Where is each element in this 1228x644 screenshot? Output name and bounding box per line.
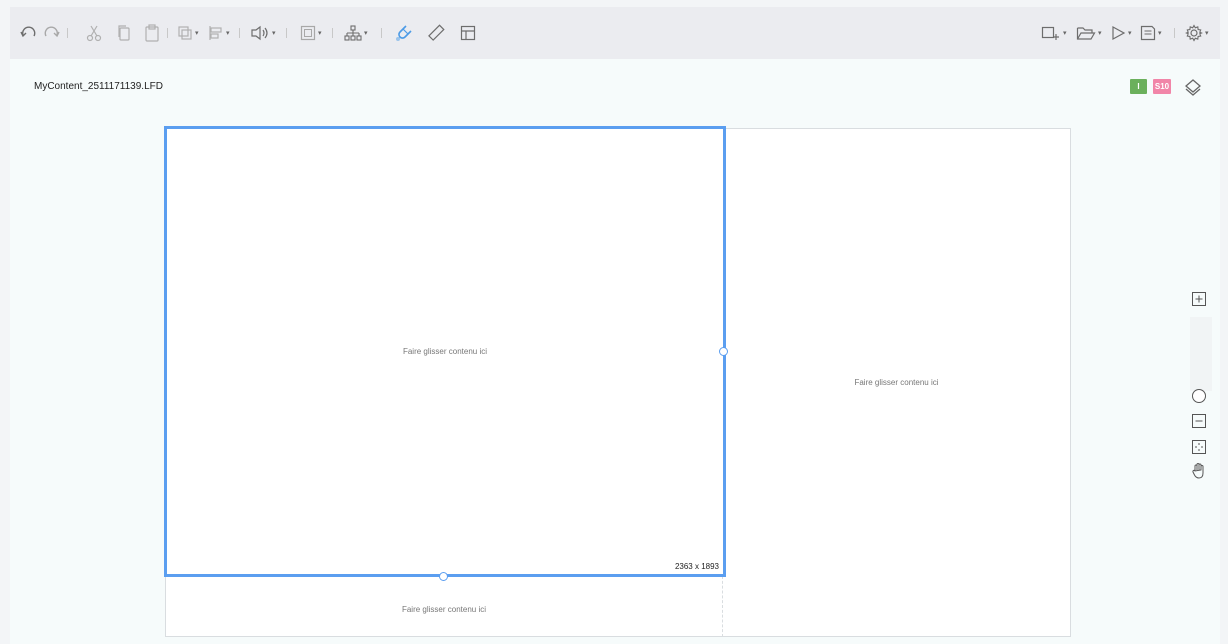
pan-hand-icon[interactable] bbox=[1191, 462, 1207, 484]
zoom-out-icon[interactable] bbox=[1191, 413, 1207, 433]
dropdown-caret: ▾ bbox=[272, 29, 276, 37]
settings-icon[interactable]: ▾ bbox=[1185, 21, 1209, 45]
fit-to-screen-icon[interactable] bbox=[1191, 439, 1207, 459]
add-page-icon[interactable]: ▾ bbox=[1041, 21, 1067, 45]
drop-zone-right[interactable]: Faire glisser contenu ici bbox=[723, 128, 1071, 637]
app-window: ▾ ▾ ▾ ▾ ▾ ▾ ▾ ▾ ▾ ▾ MyContent_2511171139… bbox=[10, 7, 1220, 644]
resize-handle-bottom[interactable] bbox=[439, 572, 448, 581]
hierarchy-icon[interactable]: ▾ bbox=[344, 21, 368, 45]
dropdown-caret: ▾ bbox=[1098, 29, 1102, 37]
play-icon[interactable]: ▾ bbox=[1110, 21, 1132, 45]
dropdown-caret: ▾ bbox=[226, 29, 230, 37]
copy-icon[interactable] bbox=[116, 21, 132, 45]
dropdown-caret: ▾ bbox=[364, 29, 368, 37]
drop-zone-main-selected[interactable]: Faire glisser contenu ici 2363 x 1893 bbox=[164, 126, 726, 577]
paste-icon[interactable] bbox=[144, 21, 160, 45]
zoom-in-icon[interactable] bbox=[1191, 291, 1207, 311]
grid-layout-icon[interactable] bbox=[460, 21, 476, 45]
dropdown-caret: ▾ bbox=[1158, 29, 1162, 37]
resize-handle-right[interactable] bbox=[719, 347, 728, 356]
ruler-icon[interactable] bbox=[427, 21, 445, 45]
dropdown-caret: ▾ bbox=[1063, 29, 1067, 37]
document-filename: MyContent_2511171139.LFD bbox=[34, 81, 163, 92]
drop-zone-bottom[interactable]: Faire glisser contenu ici bbox=[165, 576, 723, 637]
toolbar-separator bbox=[67, 28, 68, 38]
redo-icon[interactable] bbox=[42, 21, 60, 45]
drop-zone-label: Faire glisser contenu ici bbox=[402, 347, 488, 356]
drop-zone-label: Faire glisser contenu ici bbox=[401, 604, 487, 614]
toolbar: ▾ ▾ ▾ ▾ ▾ ▾ ▾ ▾ ▾ ▾ bbox=[10, 7, 1220, 59]
drop-zone-label: Faire glisser contenu ici bbox=[854, 378, 939, 387]
magnet-icon[interactable] bbox=[394, 21, 414, 45]
cut-icon[interactable] bbox=[86, 21, 102, 45]
status-badge-i: I bbox=[1130, 79, 1147, 94]
zoom-slider-thumb-icon[interactable] bbox=[1191, 388, 1207, 408]
open-folder-icon[interactable]: ▾ bbox=[1076, 21, 1102, 45]
align-icon[interactable]: ▾ bbox=[208, 21, 230, 45]
dropdown-caret: ▾ bbox=[195, 29, 199, 37]
save-icon[interactable]: ▾ bbox=[1140, 21, 1162, 45]
dropdown-caret: ▾ bbox=[1205, 29, 1209, 37]
undo-icon[interactable] bbox=[20, 21, 38, 45]
frame-icon[interactable]: ▾ bbox=[300, 21, 322, 45]
zone-dimensions: 2363 x 1893 bbox=[674, 562, 719, 571]
dropdown-caret: ▾ bbox=[1128, 29, 1132, 37]
status-badge-s10: S10 bbox=[1153, 79, 1171, 94]
layers-icon[interactable] bbox=[1183, 77, 1203, 101]
dropdown-caret: ▾ bbox=[318, 29, 322, 37]
arrange-icon[interactable]: ▾ bbox=[177, 21, 199, 45]
zoom-slider-track[interactable] bbox=[1190, 317, 1212, 391]
audio-icon[interactable]: ▾ bbox=[250, 21, 276, 45]
